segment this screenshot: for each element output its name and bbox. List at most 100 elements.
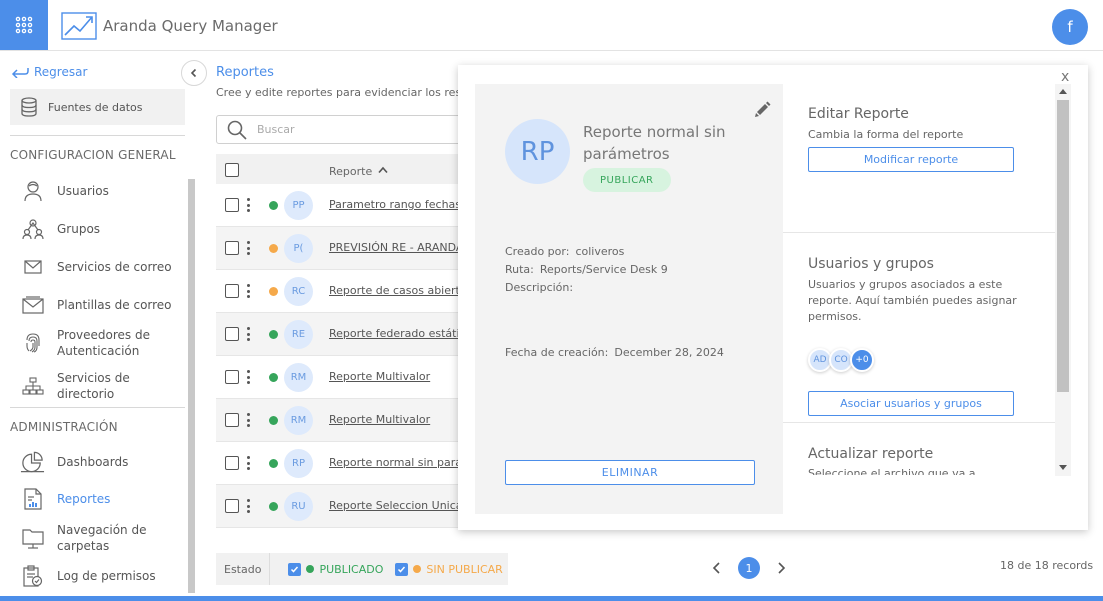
row-menu-icon[interactable] [247, 413, 251, 427]
table-row[interactable]: RM Reporte Multivalor [216, 356, 466, 399]
filter-published-toggle[interactable]: PUBLICADO [288, 562, 383, 576]
mail-icon [20, 256, 45, 278]
sidebar-item-datasources[interactable]: Fuentes de datos [10, 89, 185, 125]
users-groups-description: Usuarios y grupos asociados a este repor… [808, 278, 1017, 323]
report-avatar: RM [284, 406, 313, 435]
table-row[interactable]: RP Reporte normal sin parám [216, 442, 466, 485]
back-link[interactable]: Regresar [10, 65, 87, 79]
row-checkbox[interactable] [225, 456, 239, 470]
row-checkbox[interactable] [225, 327, 239, 341]
row-menu-icon[interactable] [247, 284, 251, 298]
prev-page-button[interactable] [712, 561, 722, 575]
row-menu-icon[interactable] [247, 499, 251, 513]
report-link[interactable]: Reporte de casos abierto [329, 284, 459, 297]
scroll-up-arrow-icon[interactable] [1059, 89, 1067, 94]
row-menu-icon[interactable] [247, 370, 251, 384]
divider [783, 422, 1055, 423]
table-row[interactable]: RM Reporte Multivalor [216, 399, 466, 442]
scroll-down-arrow-icon[interactable] [1059, 465, 1067, 470]
sidebar-item-label: Servicios de correo [57, 260, 172, 274]
column-header-report[interactable]: Reporte [329, 165, 372, 178]
apps-menu-button[interactable] [0, 0, 48, 50]
report-link[interactable]: Reporte normal sin parám [329, 456, 459, 469]
report-avatar: RC [284, 277, 313, 306]
fingerprint-icon [20, 332, 45, 354]
table-row[interactable]: RC Reporte de casos abierto [216, 270, 466, 313]
sidebar-item-mail-services[interactable]: Servicios de correo [20, 256, 190, 278]
route-value: Reports/Service Desk 9 [539, 263, 668, 276]
status-dot [269, 459, 278, 468]
status-dot [269, 330, 278, 339]
unpublished-dot [413, 565, 422, 573]
pagination: 1 [712, 557, 786, 579]
row-checkbox[interactable] [225, 284, 239, 298]
edit-pencil-icon[interactable] [754, 100, 772, 121]
table-row[interactable]: RU Reporte Seleccion Unica [216, 485, 466, 528]
table-row[interactable]: PP Parametro rango fechas p [216, 184, 466, 227]
report-link[interactable]: Reporte federado estátic [329, 327, 459, 340]
row-checkbox[interactable] [225, 499, 239, 513]
next-page-button[interactable] [776, 561, 786, 575]
back-arrow-icon [11, 68, 29, 78]
report-link[interactable]: Reporte Multivalor [329, 370, 459, 383]
sidebar-item-auth-providers[interactable]: Proveedores de Autenticación [20, 327, 190, 359]
sidebar-item-groups[interactable]: Grupos [20, 218, 190, 240]
close-panel-button[interactable]: x [1061, 69, 1069, 85]
row-checkbox[interactable] [225, 241, 239, 255]
report-link[interactable]: Parametro rango fechas p [329, 198, 459, 211]
row-checkbox[interactable] [225, 413, 239, 427]
sidebar-item-dashboards[interactable]: Dashboards [20, 451, 190, 473]
sidebar-item-users[interactable]: Usuarios [20, 180, 190, 202]
page-title: Reportes [216, 65, 274, 80]
delete-button[interactable]: ELIMINAR [505, 460, 755, 485]
report-avatar: RP [284, 449, 313, 478]
route: Ruta: Reports/Service Desk 9 [505, 263, 668, 276]
update-report-description: Seleccione el archivo que va a [808, 467, 976, 475]
edit-report-description: Cambia la forma del reporte [808, 128, 964, 141]
filter-unpublished-toggle[interactable]: SIN PUBLICAR [395, 562, 503, 576]
sidebar: Regresar Fuentes de datos CONFIGURACION … [0, 51, 207, 596]
divider [783, 232, 1055, 233]
report-avatar-large: RP [505, 119, 570, 184]
report-link[interactable]: Reporte Seleccion Unica [329, 499, 459, 512]
row-menu-icon[interactable] [247, 241, 251, 255]
creation-date-value: December 28, 2024 [614, 346, 724, 359]
row-checkbox[interactable] [225, 370, 239, 384]
row-menu-icon[interactable] [247, 327, 251, 341]
report-link[interactable]: PREVISIÓN RE - ARANDA [329, 241, 459, 254]
modify-report-button[interactable]: Modificar reporte [808, 147, 1014, 172]
more-associated-badge[interactable]: +0 [850, 348, 874, 372]
panel-scrollbar[interactable] [1055, 84, 1071, 476]
grid-icon [15, 16, 33, 34]
sidebar-item-permission-log[interactable]: Log de permisos [20, 565, 190, 587]
page-number-button[interactable]: 1 [738, 557, 760, 579]
associate-users-button[interactable]: Asociar usuarios y grupos [808, 391, 1014, 416]
row-menu-icon[interactable] [247, 198, 251, 212]
divider [10, 407, 185, 408]
status-dot [269, 201, 278, 210]
sidebar-scrollbar[interactable] [188, 179, 195, 593]
chevron-left-icon [712, 562, 720, 574]
report-link[interactable]: Reporte Multivalor [329, 413, 459, 426]
report-icon [20, 488, 45, 510]
sidebar-item-label: Fuentes de datos [48, 100, 143, 114]
scrollbar-thumb[interactable] [1057, 100, 1069, 392]
sidebar-item-directory-services[interactable]: Servicios de directorio [20, 370, 190, 402]
user-avatar[interactable]: f [1052, 9, 1088, 45]
row-menu-icon[interactable] [247, 456, 251, 470]
sort-ascending-icon[interactable] [378, 166, 388, 174]
row-checkbox[interactable] [225, 198, 239, 212]
table-row[interactable]: RE Reporte federado estátic [216, 313, 466, 356]
edit-report-title: Editar Reporte [808, 106, 909, 122]
description-label: Descripción: [505, 281, 574, 294]
sidebar-item-reports[interactable]: Reportes [20, 488, 190, 510]
publish-badge[interactable]: PUBLICAR [583, 168, 671, 192]
table-row[interactable]: P( PREVISIÓN RE - ARANDA [216, 227, 466, 270]
top-bar: Aranda Query Manager f [0, 0, 1103, 51]
sidebar-item-folder-navigation[interactable]: Navegación de carpetas [20, 522, 190, 554]
select-all-checkbox[interactable] [225, 163, 239, 177]
collapse-sidebar-button[interactable] [181, 60, 207, 86]
search-input[interactable] [257, 123, 447, 136]
sidebar-item-mail-templates[interactable]: Plantillas de correo [20, 294, 190, 316]
search-icon [227, 120, 247, 140]
